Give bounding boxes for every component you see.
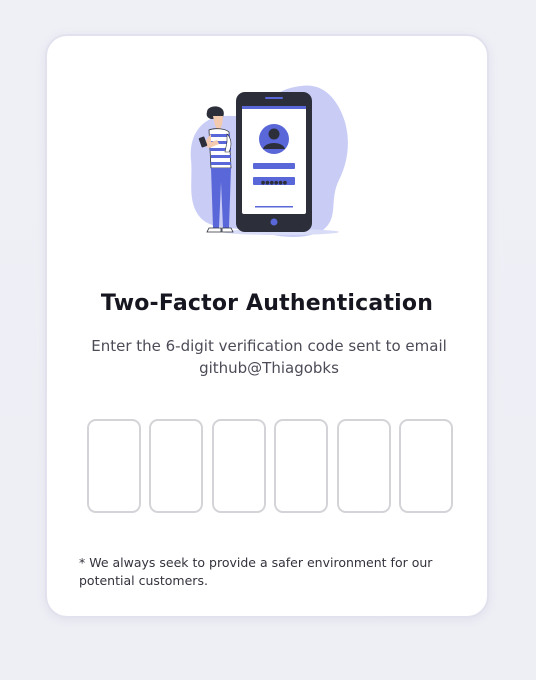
two-factor-card: ●●●●●● Two-Factor Authentication Enter t… [45, 34, 489, 618]
email-address: github@Thiagobks [199, 359, 339, 377]
instructions-text: Enter the 6-digit verification code sent… [77, 335, 461, 379]
safety-note: * We always seek to provide a safer envi… [79, 555, 433, 588]
verification-code-inputs [87, 419, 453, 513]
page-title: Two-Factor Authentication [100, 291, 434, 316]
password-mask: ●●●●●● [261, 180, 288, 186]
code-digit-5[interactable] [336, 419, 391, 513]
person-with-phone-illustration: ●●●●●● [189, 82, 351, 242]
phone-screen [242, 106, 306, 214]
username-field-graphic [253, 163, 295, 169]
code-digit-6[interactable] [398, 419, 453, 513]
instructions-line-1: Enter the 6-digit verification code sent… [91, 337, 447, 355]
code-digit-3[interactable] [211, 419, 266, 513]
code-digit-2[interactable] [149, 419, 204, 513]
code-digit-1[interactable] [87, 419, 141, 513]
code-digit-4[interactable] [274, 419, 329, 513]
